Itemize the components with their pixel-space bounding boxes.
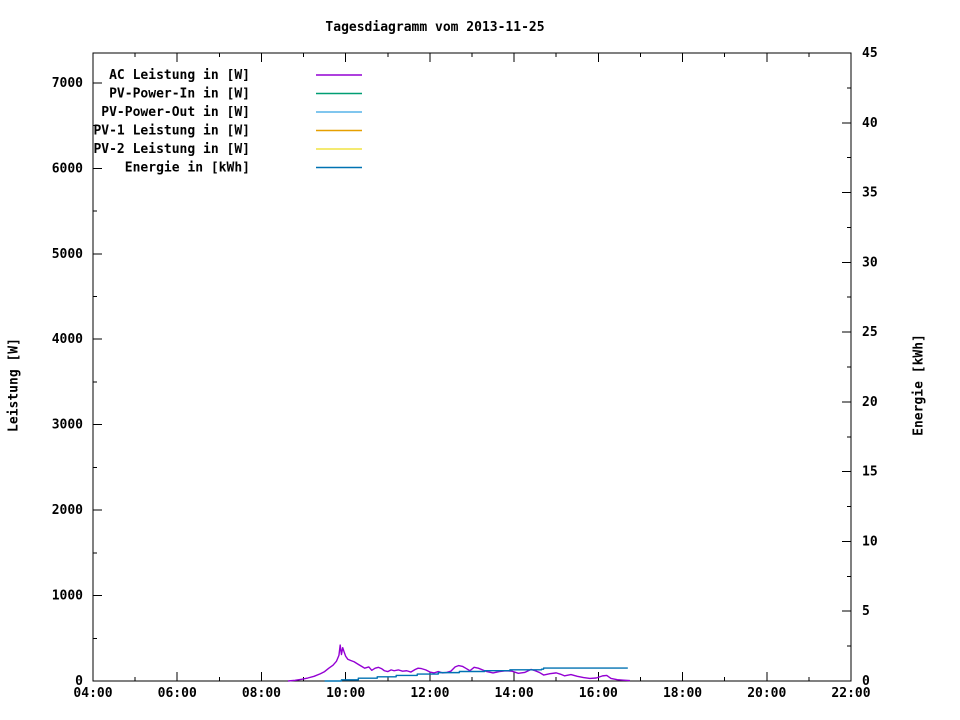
y-left-tick-label: 0 — [75, 674, 83, 689]
x-tick-label: 06:00 — [158, 686, 197, 701]
legend-label: PV-2 Leistung in [W] — [93, 142, 250, 157]
y-left-tick-label: 4000 — [52, 332, 83, 347]
plot-area: 04:00 06:00 08:00 10:00 12:00 14:00 16:00 18:00… — [52, 46, 878, 701]
y-right-tick-label: 25 — [862, 325, 878, 340]
legend-label: AC Leistung in [W] — [109, 68, 250, 83]
y-right-tick-label: 15 — [862, 465, 878, 480]
y-left-tick-label: 2000 — [52, 503, 83, 518]
y-left-tick-label: 6000 — [52, 161, 83, 176]
legend-label: PV-Power-In in [W] — [109, 87, 250, 102]
chart-canvas: Tagesdiagramm vom 2013-11-25 Leistung [W… — [0, 0, 960, 720]
x-tick-label: 20:00 — [747, 686, 786, 701]
y-right-tick-label: 40 — [862, 116, 878, 131]
x-tick-label: 14:00 — [495, 686, 534, 701]
y-right-tick-label: 5 — [862, 604, 870, 619]
y-right-tick-label: 45 — [862, 46, 878, 61]
x-tick-label: 08:00 — [242, 686, 281, 701]
legend-label: PV-1 Leistung in [W] — [93, 124, 250, 139]
y-right-tick-label: 35 — [862, 186, 878, 201]
x-tick-label: 12:00 — [410, 686, 449, 701]
y-left-tick-label: 1000 — [52, 589, 83, 604]
y-left-tick-label: 7000 — [52, 76, 83, 91]
x-tick-label: 10:00 — [326, 686, 365, 701]
y-right-tick-label: 30 — [862, 255, 878, 270]
x-tick-label: 16:00 — [579, 686, 618, 701]
y-right-tick-label: 20 — [862, 395, 878, 410]
y-left-tick-label: 5000 — [52, 247, 83, 262]
series-line-energie-in-kwh — [324, 667, 628, 682]
series-line-ac-leistung-in-w — [287, 644, 630, 682]
y-right-tick-label: 10 — [862, 534, 878, 549]
legend-label: Energie in [kWh] — [125, 161, 250, 176]
y-right-tick-label: 0 — [862, 674, 870, 689]
x-tick-label: 18:00 — [663, 686, 702, 701]
legend-label: PV-Power-Out in [W] — [101, 105, 250, 120]
y-left-tick-label: 3000 — [52, 418, 83, 433]
